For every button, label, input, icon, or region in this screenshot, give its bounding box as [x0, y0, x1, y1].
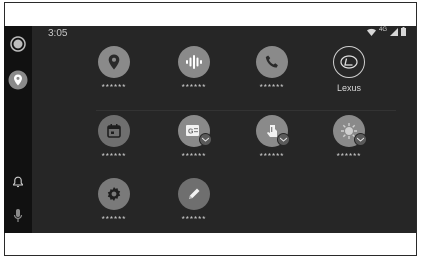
app-tile-podcasts[interactable]: ****** — [164, 46, 224, 104]
app-tile-calendar[interactable]: ****** — [84, 115, 144, 173]
launcher-badge-icon — [199, 133, 212, 146]
app-tile-news[interactable]: G ****** — [164, 115, 224, 173]
app-label: ****** — [101, 83, 127, 92]
app-tile-phone[interactable]: ****** — [242, 46, 302, 104]
bell-icon[interactable] — [8, 172, 28, 192]
status-time: 3:05 — [48, 28, 68, 39]
signal-icon — [390, 27, 398, 39]
row-divider — [96, 110, 396, 111]
app-label: Lexus — [336, 83, 362, 93]
app-label: ****** — [259, 83, 285, 92]
app-label: ****** — [181, 152, 207, 161]
android-auto-screen: 3:05 4G ****** ****** ****** Lexus *****… — [4, 26, 416, 233]
app-label: ****** — [181, 215, 207, 224]
maps-pin-icon — [98, 46, 130, 78]
app-tile-maps[interactable]: ****** — [84, 46, 144, 104]
app-label: ****** — [101, 215, 127, 224]
launcher-badge-icon — [354, 133, 367, 146]
app-label: ****** — [259, 152, 285, 161]
navigation-rail — [4, 26, 32, 233]
app-tile-weather[interactable]: ****** — [319, 115, 379, 173]
map-pin-icon[interactable] — [8, 70, 28, 90]
lexus-logo-icon — [333, 46, 365, 78]
calendar-icon — [98, 115, 130, 147]
network-type-label: 4G — [378, 27, 387, 33]
app-label: ****** — [336, 152, 362, 161]
app-tile-settings[interactable]: ****** — [84, 178, 144, 236]
app-tile-edit[interactable]: ****** — [164, 178, 224, 236]
battery-icon — [401, 27, 406, 39]
status-icons: 4G — [366, 27, 406, 39]
launcher-badge-icon — [277, 133, 290, 146]
pencil-icon — [178, 178, 210, 210]
settings-gear-icon — [98, 178, 130, 210]
podcast-icon — [178, 46, 210, 78]
app-label: ****** — [181, 83, 207, 92]
wifi-icon — [366, 28, 376, 39]
phone-icon — [256, 46, 288, 78]
microphone-icon[interactable] — [8, 206, 28, 226]
svg-text:G: G — [188, 129, 194, 136]
home-circle-icon[interactable] — [8, 34, 28, 54]
app-label: ****** — [101, 152, 127, 161]
app-tile-lexus[interactable]: Lexus — [319, 46, 379, 104]
app-tile-assistant[interactable]: ****** — [242, 115, 302, 173]
